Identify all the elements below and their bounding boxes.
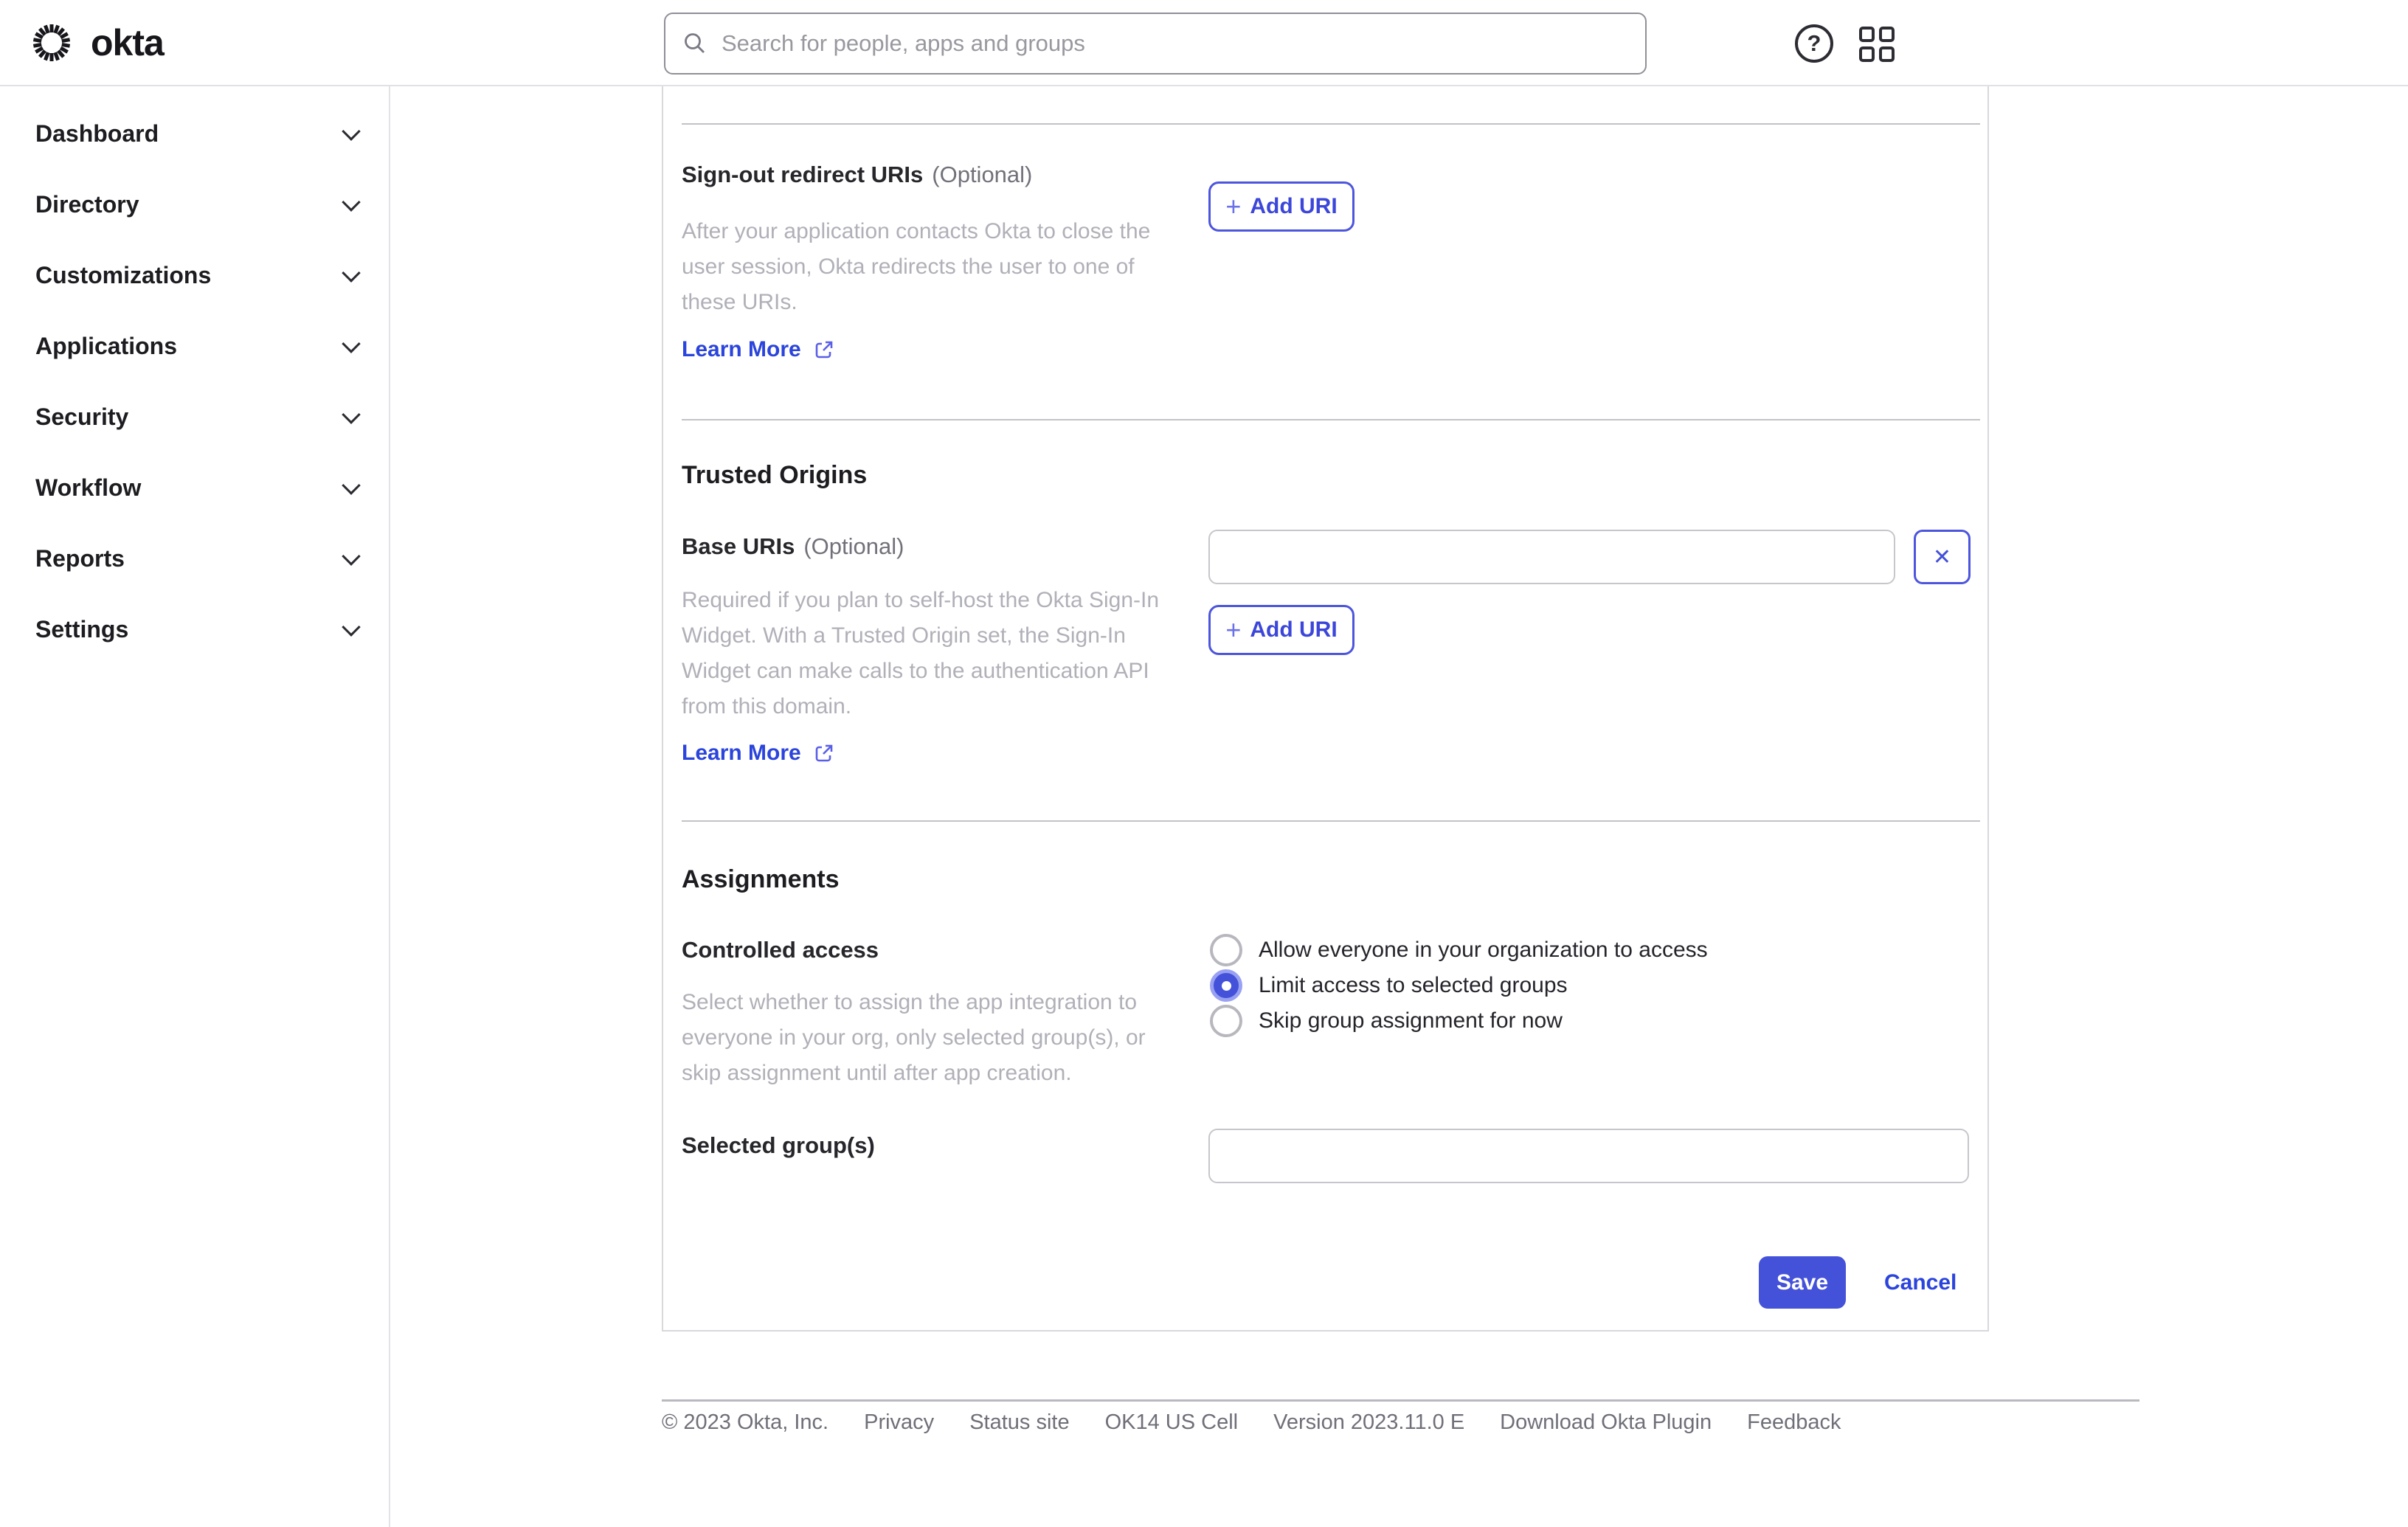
chevron-down-icon: [342, 263, 361, 283]
sidebar-item-security[interactable]: Security: [0, 381, 389, 452]
okta-sunburst-icon: [32, 24, 71, 61]
add-uri-label: Add URI: [1250, 617, 1338, 642]
close-icon: ✕: [1932, 544, 1952, 569]
trusted-learn-more-link[interactable]: Learn More: [682, 741, 835, 766]
sidebar-item-applications[interactable]: Applications: [0, 311, 389, 381]
search-icon: [685, 33, 705, 53]
signout-learn-more-link[interactable]: Learn More: [682, 337, 835, 362]
divider: [682, 820, 1980, 822]
radio-option-label: Skip group assignment for now: [1259, 1008, 1563, 1033]
footer-link[interactable]: Feedback: [1747, 1410, 1841, 1435]
okta-logo[interactable]: okta: [32, 0, 165, 85]
base-uris-label-row: Base URIs (Optional): [682, 533, 904, 560]
grid-cell-icon: [1879, 46, 1895, 62]
plus-icon: +: [1225, 191, 1242, 221]
footer-link[interactable]: Privacy: [864, 1410, 934, 1435]
chevron-down-icon: [342, 405, 361, 424]
grid-cell-icon: [1859, 27, 1875, 42]
chevron-down-icon: [342, 617, 361, 637]
radio-option-row[interactable]: Skip group assignment for now: [1210, 1003, 1708, 1039]
assignments-heading: Assignments: [682, 865, 840, 893]
learn-more-label: Learn More: [682, 741, 801, 765]
chevron-down-icon: [342, 193, 361, 212]
controlled-access-radio-group: Allow everyone in your organization to a…: [1210, 932, 1708, 1039]
chevron-down-icon: [342, 334, 361, 353]
sidebar-item-workflow[interactable]: Workflow: [0, 452, 389, 523]
controlled-access-label: Controlled access: [682, 937, 879, 963]
controlled-access-description: Select whether to assign the app integra…: [682, 990, 1146, 1085]
trusted-origins-description: Required if you plan to self-host the Ok…: [682, 588, 1160, 719]
footer-link[interactable]: Status site: [969, 1410, 1069, 1435]
trusted-origins-heading: Trusted Origins: [682, 461, 868, 489]
sidebar-item-label: Applications: [35, 332, 178, 359]
sidebar-item-label: Customizations: [35, 261, 212, 288]
divider: [682, 123, 1980, 125]
app-settings-panel: Sign-out redirect URIs (Optional) After y…: [662, 86, 1989, 1332]
sidebar-item-directory[interactable]: Directory: [0, 169, 389, 240]
sidebar-item-label: Settings: [35, 615, 129, 643]
radio-option-row[interactable]: Allow everyone in your organization to a…: [1210, 932, 1708, 968]
footer-link[interactable]: Version 2023.11.0 E: [1273, 1410, 1464, 1435]
footer-divider: [662, 1399, 2139, 1402]
chevron-down-icon: [342, 547, 361, 566]
external-link-icon: [815, 744, 833, 762]
external-link-icon: [815, 341, 833, 359]
add-base-uri-button[interactable]: + Add URI: [1208, 605, 1354, 655]
sidebar-item-dashboard[interactable]: Dashboard: [0, 98, 389, 169]
optional-tag: (Optional): [932, 162, 1033, 187]
footer-copyright: © 2023 Okta, Inc.: [662, 1410, 829, 1434]
sidebar-item-settings[interactable]: Settings: [0, 594, 389, 665]
add-signout-uri-button[interactable]: + Add URI: [1208, 181, 1354, 232]
sidebar-item-customizations[interactable]: Customizations: [0, 240, 389, 311]
base-uris-label: Base URIs: [682, 533, 795, 559]
signout-description: After your application contacts Okta to …: [682, 219, 1151, 314]
sidebar-item-label: Security: [35, 403, 129, 430]
sidebar-item-label: Dashboard: [35, 120, 159, 147]
radio-option-label: Limit access to selected groups: [1259, 973, 1568, 997]
learn-more-label: Learn More: [682, 337, 801, 361]
footer-link[interactable]: Download Okta Plugin: [1500, 1410, 1712, 1435]
radio-button[interactable]: [1210, 934, 1242, 966]
grid-cell-icon: [1879, 27, 1895, 42]
footer-link[interactable]: OK14 US Cell: [1105, 1410, 1239, 1435]
sidebar-item-label: Directory: [35, 190, 139, 218]
radio-option-row[interactable]: Limit access to selected groups: [1210, 968, 1708, 1003]
chevron-down-icon: [342, 122, 361, 141]
top-bar: okta ?: [0, 0, 2408, 86]
add-uri-label: Add URI: [1250, 194, 1338, 218]
radio-option-label: Allow everyone in your organization to a…: [1259, 938, 1708, 962]
sidebar-item-reports[interactable]: Reports: [0, 523, 389, 594]
search-box: [664, 13, 1647, 75]
apps-grid-button[interactable]: [1859, 27, 1897, 62]
save-button[interactable]: Save: [1759, 1256, 1846, 1309]
global-search: [664, 13, 1647, 75]
sidebar-nav: Dashboard Directory Customizations Appli…: [0, 86, 390, 1527]
chevron-down-icon: [342, 476, 361, 495]
selected-groups-input[interactable]: [1208, 1129, 1969, 1183]
plus-icon: +: [1225, 614, 1242, 645]
okta-admin-page: okta ? Dashboard Directory: [0, 0, 2408, 1527]
divider: [682, 419, 1980, 420]
signout-label-row: Sign-out redirect URIs (Optional): [682, 162, 1032, 188]
selected-groups-label: Selected group(s): [682, 1132, 875, 1158]
optional-tag: (Optional): [803, 533, 904, 559]
radio-button[interactable]: [1210, 1005, 1242, 1037]
sidebar-item-label: Reports: [35, 544, 125, 572]
okta-logo-text: okta: [91, 21, 165, 63]
help-button[interactable]: ?: [1795, 24, 1833, 63]
signout-redirect-uris-label: Sign-out redirect URIs: [682, 162, 924, 187]
search-input[interactable]: [722, 30, 1629, 57]
cancel-button[interactable]: Cancel: [1884, 1256, 1957, 1309]
footer: © 2023 Okta, Inc. Privacy Status site OK…: [662, 1410, 1841, 1435]
remove-uri-button[interactable]: ✕: [1914, 530, 1971, 584]
sidebar-item-label: Workflow: [35, 474, 142, 501]
grid-cell-icon: [1859, 46, 1875, 62]
base-uri-input[interactable]: [1208, 530, 1895, 584]
radio-button[interactable]: [1210, 969, 1242, 1002]
